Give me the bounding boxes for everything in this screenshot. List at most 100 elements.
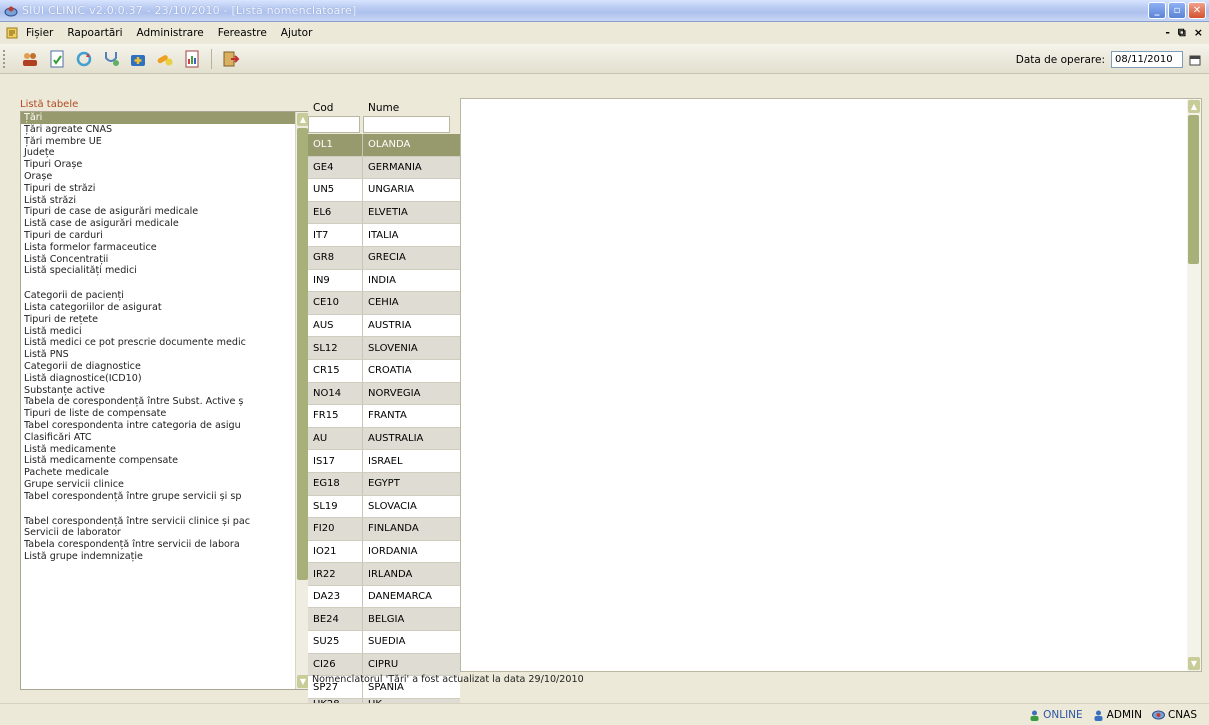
list-item[interactable]: Categorii de diagnostice: [21, 361, 309, 373]
pills-icon[interactable]: [155, 49, 175, 69]
list-item[interactable]: Tipuri de liste de compensate: [21, 408, 309, 420]
list-item-blank[interactable]: [21, 503, 309, 516]
maximize-button[interactable]: ▫: [1168, 2, 1186, 19]
list-item[interactable]: Listă diagnostice(ICD10): [21, 373, 309, 385]
list-item[interactable]: Tabel corespondenta intre categoria de a…: [21, 420, 309, 432]
list-item[interactable]: Județe: [21, 147, 309, 159]
operation-date-field[interactable]: 08/11/2010: [1111, 51, 1183, 68]
list-item[interactable]: Listă medicamente: [21, 444, 309, 456]
table-row[interactable]: GR8 GRECIA: [308, 246, 460, 270]
list-item[interactable]: Tabela de corespondență între Subst. Act…: [21, 396, 309, 408]
list-item[interactable]: Tipuri Orașe: [21, 159, 309, 171]
minimize-button[interactable]: _: [1148, 2, 1166, 19]
list-item[interactable]: Categorii de pacienți: [21, 290, 309, 302]
close-button[interactable]: ✕: [1188, 2, 1206, 19]
list-item[interactable]: Tipuri de rețete: [21, 314, 309, 326]
table-list[interactable]: Țări Țări agreate CNAS Țări membre UE Ju…: [20, 111, 310, 690]
refresh-icon[interactable]: [74, 49, 94, 69]
table-row[interactable]: AU AUSTRALIA: [308, 427, 460, 451]
list-item[interactable]: Listă grupe indemnizație: [21, 551, 309, 563]
list-item[interactable]: Orașe: [21, 171, 309, 183]
list-item[interactable]: Pachete medicale: [21, 467, 309, 479]
list-item[interactable]: Tabel corespondență între servicii clini…: [21, 516, 309, 528]
list-scrollbar[interactable]: ▲ ▼: [295, 112, 309, 689]
list-item[interactable]: Listă medici: [21, 326, 309, 338]
table-row[interactable]: SU25 SUEDIA: [308, 631, 460, 654]
calendar-icon[interactable]: [1189, 54, 1201, 66]
table-row[interactable]: CR15 CROATIA: [308, 359, 460, 383]
menu-ajutor[interactable]: Ajutor: [281, 27, 313, 39]
table-row[interactable]: CE10 CEHIA: [308, 292, 460, 315]
table-row[interactable]: FR15 FRANTA: [308, 405, 460, 428]
filter-cod-input[interactable]: [308, 116, 360, 133]
detail-scroll-thumb[interactable]: [1188, 115, 1199, 264]
table-row[interactable]: DA23 DANEMARCA: [308, 585, 460, 609]
table-row[interactable]: NO14 NORVEGIA: [308, 382, 460, 406]
table-list-label: Listă tabele: [20, 99, 79, 110]
user-label: ADMIN: [1106, 709, 1142, 721]
toolbar-grip[interactable]: [3, 50, 6, 68]
table-row[interactable]: FI20 FINLANDA: [308, 518, 460, 541]
list-item[interactable]: Lista formelor farmaceutice: [21, 242, 309, 254]
menu-fisier[interactable]: Fișier: [26, 27, 53, 39]
medical-bag-icon[interactable]: [128, 49, 148, 69]
list-item[interactable]: Tipuri de străzi: [21, 183, 309, 195]
report-icon[interactable]: [182, 49, 202, 69]
list-item[interactable]: Servicii de laborator: [21, 527, 309, 539]
list-item[interactable]: Listă medicamente compensate: [21, 455, 309, 467]
list-item[interactable]: Listă PNS: [21, 349, 309, 361]
list-item[interactable]: Listă case de asigurări medicale: [21, 218, 309, 230]
list-scroll-thumb[interactable]: [297, 128, 308, 580]
table-row[interactable]: OL1 OLANDA: [308, 134, 460, 157]
list-item-blank[interactable]: [21, 277, 309, 290]
table-row[interactable]: EL6 ELVETIA: [308, 201, 460, 225]
mdi-minimize-button[interactable]: -: [1165, 26, 1170, 40]
users-icon[interactable]: [20, 49, 40, 69]
online-status: ONLINE: [1029, 709, 1083, 721]
list-item[interactable]: Substanțe active: [21, 385, 309, 397]
scroll-down-arrow-icon[interactable]: ▼: [1188, 657, 1200, 670]
table-row[interactable]: UN5 UNGARIA: [308, 179, 460, 202]
column-header-cod[interactable]: Cod: [308, 98, 363, 116]
table-row[interactable]: SL19 SLOVACIA: [308, 495, 460, 519]
table-row[interactable]: SL12 SLOVENIA: [308, 337, 460, 360]
exit-icon[interactable]: [221, 49, 241, 69]
list-item[interactable]: Grupe servicii clinice: [21, 479, 309, 491]
menu-rapoartari[interactable]: Rapoartări: [67, 27, 122, 39]
column-header-nume[interactable]: Nume: [363, 98, 458, 116]
table-row[interactable]: BE24 BELGIA: [308, 608, 460, 632]
table-row[interactable]: IO21 IORDANIA: [308, 540, 460, 564]
table-row[interactable]: IS17 ISRAEL: [308, 450, 460, 473]
list-item[interactable]: Tabel corespondență între grupe servicii…: [21, 491, 309, 503]
list-item[interactable]: Listă medici ce pot prescrie documente m…: [21, 337, 309, 349]
list-item[interactable]: Lista categoriilor de asigurat: [21, 302, 309, 314]
table-row[interactable]: GE4 GERMANIA: [308, 156, 460, 180]
mdi-close-button[interactable]: ×: [1194, 26, 1203, 40]
list-item[interactable]: Listă străzi: [21, 195, 309, 207]
menu-fereastre[interactable]: Fereastre: [218, 27, 267, 39]
list-item[interactable]: Tabela corespondență între servicii de l…: [21, 539, 309, 551]
list-item[interactable]: Listă specialități medici: [21, 265, 309, 277]
scroll-up-arrow-icon[interactable]: ▲: [1188, 100, 1200, 113]
menu-administrare[interactable]: Administrare: [136, 27, 203, 39]
cell-cod: SU25: [308, 631, 363, 653]
table-row[interactable]: IN9 INDIA: [308, 269, 460, 293]
cell-cod: CR15: [308, 359, 363, 382]
list-item[interactable]: Tipuri de case de asigurări medicale: [21, 206, 309, 218]
table-row[interactable]: EG18 EGYPT: [308, 472, 460, 496]
document-check-icon[interactable]: [47, 49, 67, 69]
list-item[interactable]: Țări membre UE: [21, 136, 309, 148]
list-item[interactable]: Țări agreate CNAS: [21, 124, 309, 136]
table-row[interactable]: IT7 ITALIA: [308, 224, 460, 247]
list-item[interactable]: Clasificări ATC: [21, 432, 309, 444]
mdi-restore-button[interactable]: ⧉: [1178, 26, 1186, 40]
stethoscope-icon[interactable]: [101, 49, 121, 69]
table-row[interactable]: AUS AUSTRIA: [308, 314, 460, 338]
table-row[interactable]: IR22 IRLANDA: [308, 563, 460, 586]
filter-nume-input[interactable]: [363, 116, 450, 133]
list-item[interactable]: Listă Concentrații: [21, 254, 309, 266]
detail-scrollbar[interactable]: ▲ ▼: [1187, 99, 1201, 671]
table-row[interactable]: CI26 CIPRU: [308, 653, 460, 677]
list-item[interactable]: Țări: [21, 112, 309, 124]
list-item[interactable]: Tipuri de carduri: [21, 230, 309, 242]
